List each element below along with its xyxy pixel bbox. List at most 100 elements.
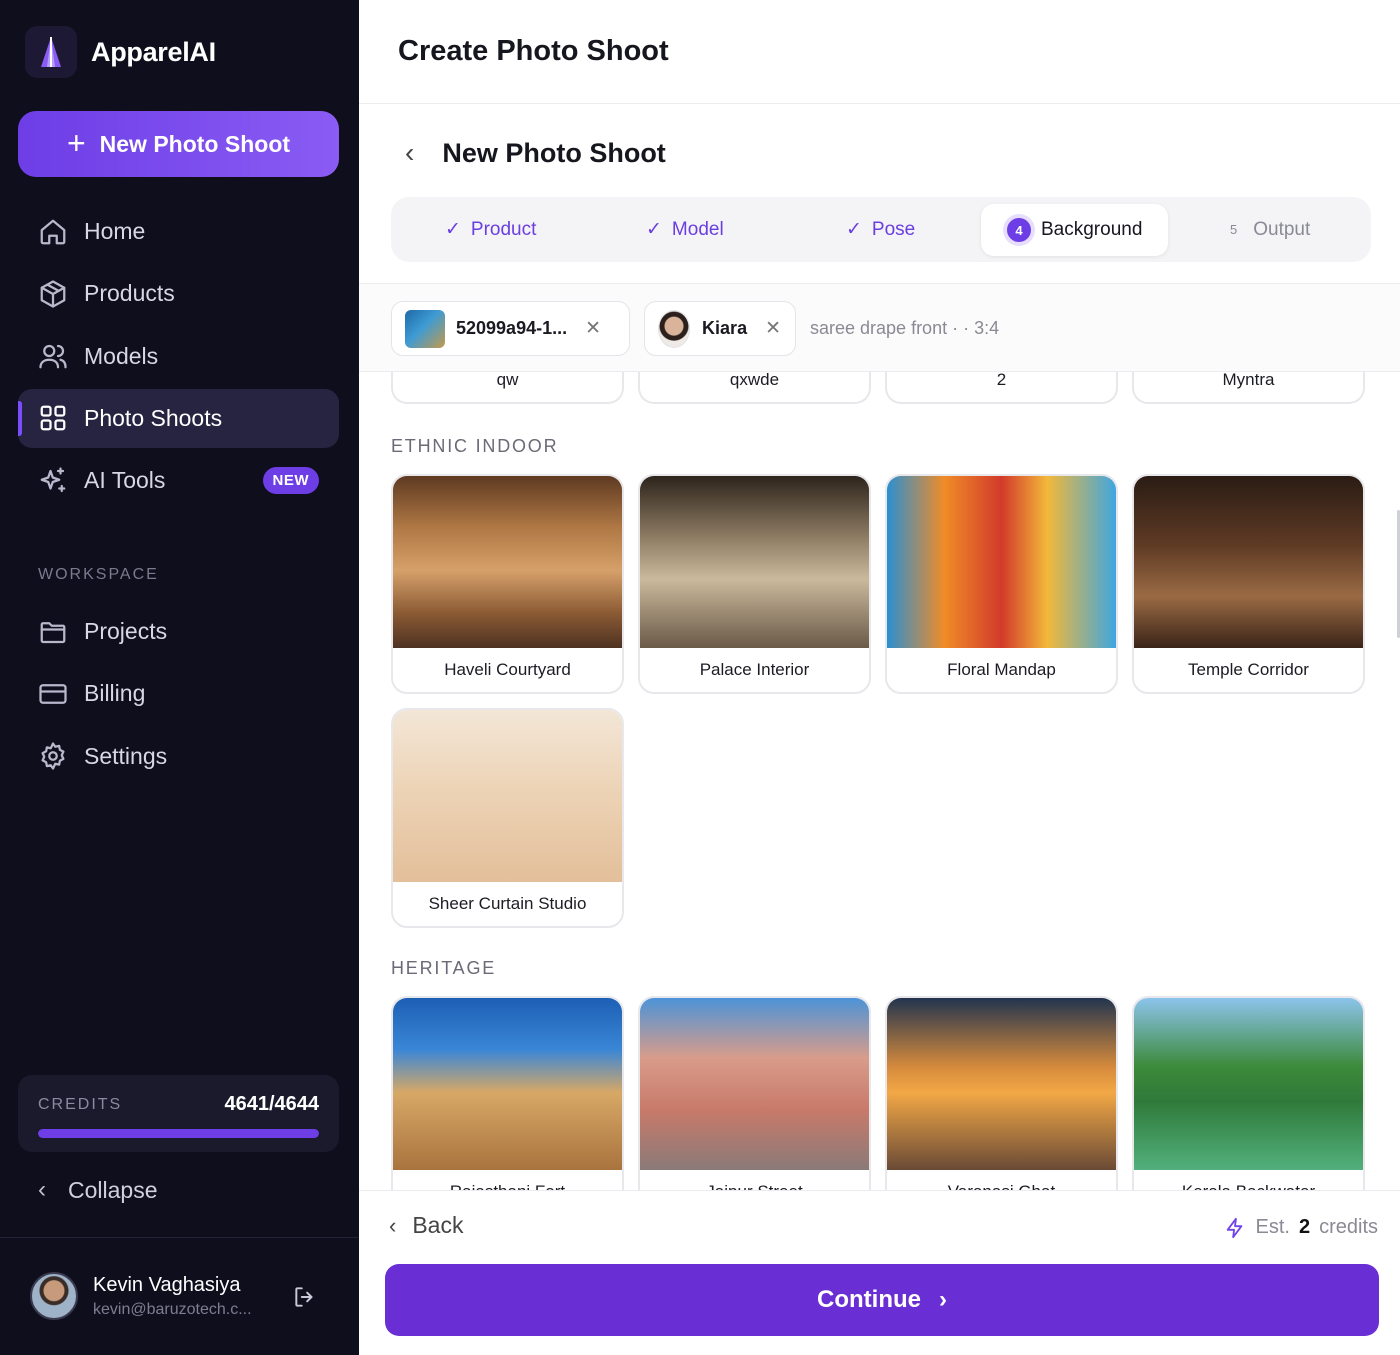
user-name: Kevin Vaghasiya — [93, 1273, 241, 1296]
estimate-suffix: credits — [1319, 1216, 1378, 1238]
step-model[interactable]: ✓ Model — [646, 197, 724, 262]
credit-card-icon — [39, 683, 67, 704]
background-card-varanasi-ghat[interactable]: Varanasi Ghat — [885, 996, 1118, 1191]
selection-summary: 52099a94-1... ✕ Kiara ✕ saree drape fron… — [359, 283, 1400, 372]
background-card-label: Temple Corridor — [1188, 660, 1309, 679]
wizard-title: New Photo Shoot — [442, 137, 666, 168]
check-icon: ✓ — [646, 219, 662, 240]
background-image — [640, 998, 869, 1170]
background-image — [393, 710, 622, 882]
new-photo-shoot-label: New Photo Shoot — [99, 130, 291, 157]
background-card-kerala-backwater[interactable]: Kerala Backwater — [1132, 996, 1365, 1191]
background-card-label: Rajasthani Fort — [393, 1170, 622, 1191]
continue-label: Continue — [817, 1286, 921, 1313]
nav-item-models[interactable]: Models — [18, 327, 339, 386]
background-card-sheer-curtain-studio[interactable]: Sheer Curtain Studio — [391, 708, 624, 928]
close-icon[interactable]: ✕ — [585, 317, 601, 340]
background-card-floral-mandap[interactable]: Floral Mandap — [885, 474, 1118, 694]
logout-icon[interactable] — [292, 1284, 318, 1310]
main-content: Create Photo Shoot ‹ New Photo Shoot ✓ P… — [359, 0, 1400, 1355]
nav-item-projects[interactable]: Projects — [18, 602, 339, 661]
brand-name: ApparelAI — [91, 36, 216, 67]
close-icon[interactable]: ✕ — [765, 317, 781, 340]
step-output[interactable]: 5 Output — [1230, 197, 1310, 262]
sidebar: ApparelAI + New Photo Shoot Home Product… — [0, 0, 359, 1355]
credits-progress-bar — [38, 1129, 319, 1138]
credit-estimate: Est. 2 credits — [1224, 1216, 1378, 1239]
step-number: 4 — [1007, 218, 1031, 242]
sparkles-icon — [40, 467, 66, 492]
step-background[interactable]: 4 Background — [981, 204, 1169, 256]
background-image — [1134, 998, 1363, 1170]
new-photo-shoot-button[interactable]: + New Photo Shoot — [18, 111, 339, 177]
nav-label: AI Tools — [84, 467, 166, 494]
group-label-ethnic-indoor: ETHNIC INDOOR — [391, 436, 559, 456]
user-email: kevin@baruzotech.c... — [93, 1300, 252, 1318]
chevron-left-icon: ‹ — [389, 1212, 397, 1238]
page-title: Create Photo Shoot — [398, 35, 669, 67]
group-label-heritage: HERITAGE — [391, 958, 497, 978]
background-card[interactable]: qxwde — [638, 372, 871, 404]
step-pose[interactable]: ✓ Pose — [846, 197, 915, 262]
brand[interactable]: ApparelAI — [25, 26, 216, 78]
workspace-section-label: WORKSPACE — [38, 566, 159, 583]
back-button[interactable]: ‹ Back — [389, 1212, 463, 1239]
chevron-left-icon[interactable]: ‹ — [405, 137, 414, 169]
home-icon — [40, 219, 66, 244]
background-image — [393, 476, 622, 648]
step-product[interactable]: ✓ Product — [445, 197, 536, 262]
background-card-label: Kerala Backwater — [1134, 1170, 1363, 1191]
continue-button[interactable]: Continue › — [385, 1264, 1379, 1336]
credits-value: 4641/4644 — [224, 1093, 319, 1115]
estimate-value: 2 — [1298, 1216, 1311, 1238]
main-nav: Home Products Models Photo Shoots AI Too… — [18, 202, 339, 513]
background-card[interactable]: qw — [391, 372, 624, 404]
chevron-right-icon: › — [938, 1286, 947, 1313]
background-card-label: Jaipur Street — [640, 1170, 869, 1191]
background-image — [1134, 476, 1363, 648]
users-icon — [39, 344, 67, 369]
background-image — [887, 998, 1116, 1170]
background-card-label: Palace Interior — [699, 660, 810, 679]
background-image — [887, 476, 1116, 648]
product-chip[interactable]: 52099a94-1... ✕ — [391, 301, 630, 356]
nav-item-settings[interactable]: Settings — [18, 727, 339, 786]
credits-progress-fill — [38, 1129, 319, 1138]
step-label: Background — [1041, 219, 1143, 240]
background-card-palace-interior[interactable]: Palace Interior — [638, 474, 871, 694]
grid-icon — [40, 406, 66, 431]
background-card-rajasthani-fort[interactable]: Rajasthani Fort — [391, 996, 624, 1191]
avatar[interactable] — [30, 1272, 78, 1320]
page-header: Create Photo Shoot — [359, 0, 1400, 104]
background-card-label: 2 — [996, 372, 1007, 389]
background-card-label: qxwde — [729, 372, 780, 389]
nav-item-products[interactable]: Products — [18, 264, 339, 323]
background-card-jaipur-street[interactable]: Jaipur Street — [638, 996, 871, 1191]
nav-item-ai-tools[interactable]: AI Tools NEW — [18, 451, 339, 510]
new-badge: NEW — [262, 467, 319, 495]
step-number: 5 — [1230, 222, 1238, 237]
step-label: Output — [1253, 218, 1311, 240]
nav-item-billing[interactable]: Billing — [18, 664, 339, 723]
background-card-haveli-courtyard[interactable]: Haveli Courtyard — [391, 474, 624, 694]
background-card-label: Floral Mandap — [947, 660, 1056, 679]
wizard-stepper: ✓ Product ✓ Model ✓ Pose 4 Background 5 … — [391, 197, 1371, 262]
product-chip-label: 52099a94-1... — [456, 318, 568, 338]
nav-label: Settings — [84, 742, 168, 769]
sidebar-divider — [0, 1237, 359, 1238]
collapse-label: Collapse — [68, 1176, 158, 1203]
background-card-temple-corridor[interactable]: Temple Corridor — [1132, 474, 1365, 694]
collapse-button[interactable]: ‹ Collapse — [38, 1176, 158, 1204]
back-label: Back — [412, 1212, 464, 1238]
background-card-label: qw — [496, 372, 519, 389]
background-gallery: qw qxwde 2 Myntra ETHNIC INDOOR Haveli C… — [359, 372, 1400, 1191]
nav-item-home[interactable]: Home — [18, 202, 339, 261]
nav-label: Products — [84, 280, 175, 307]
workspace-nav: Projects Billing Settings — [18, 602, 339, 789]
nav-item-photo-shoots[interactable]: Photo Shoots — [18, 388, 339, 448]
background-card[interactable]: Myntra — [1132, 372, 1365, 404]
chevron-left-icon: ‹ — [38, 1176, 46, 1203]
model-chip[interactable]: Kiara ✕ — [644, 301, 796, 356]
background-card[interactable]: 2 — [885, 372, 1118, 404]
user-profile: Kevin Vaghasiya kevin@baruzotech.c... — [30, 1272, 330, 1320]
